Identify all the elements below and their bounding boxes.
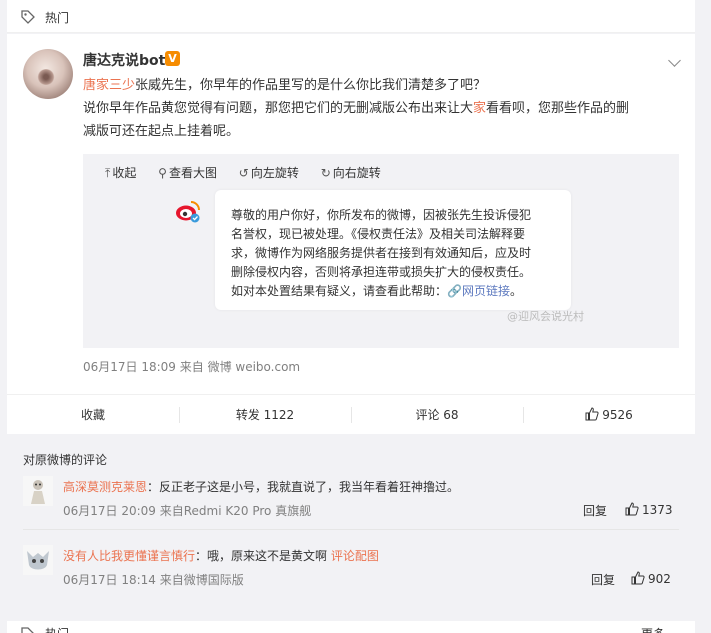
media-viewer: ⤒ 收起 ⚲ 查看大图 ↺ 向左旋转 ↻ 向右旋转 尊敬的用户你好，你所发布的微博，因被…: [83, 154, 679, 348]
mention-link[interactable]: 唐家三少: [83, 78, 135, 93]
thumbs-up-icon: [585, 407, 599, 421]
notice-text: 尊敬的用户你好，你所发布的微博，因被张先生投诉侵犯 名誉权，现已被处理。《侵权责…: [231, 208, 532, 298]
topic-link[interactable]: 家: [473, 101, 486, 116]
post-text-body: 说你早年作品黄您觉得有问题，那您把它们的无删减版公布出来让大家看看呗，您那些作品…: [83, 97, 683, 143]
comments-section: 对原微博的评论 高深莫测克莱恩：反正老子这是小号，我就直说了，我当年看着狂神撸过…: [7, 434, 695, 633]
hot-section-header: 热门: [7, 0, 695, 33]
comment-meta: 06月17日 18:14 来自微博国际版: [63, 573, 244, 587]
rotate-left-icon: ↺: [238, 166, 249, 180]
image-watermark: @迎风会说光村: [507, 310, 584, 323]
comment-text: 没有人比我更懂谨言慎行：哦，原来这不是黄文啊 评论配图: [63, 549, 379, 563]
favorite-button[interactable]: 收藏: [7, 395, 179, 435]
comment-text: 高深莫测克莱恩：反正老子这是小号，我就直说了，我当年看着狂神撸过。: [63, 480, 460, 494]
comment-like-button[interactable]: 1373: [625, 502, 673, 517]
comment-button[interactable]: 评论 68: [351, 395, 523, 435]
post-source: 来自 微博 weibo.com: [179, 360, 301, 374]
comment-like-button[interactable]: 902: [631, 571, 671, 586]
post-text-segment: 说你早年作品黄您觉得有问题，那您把它们的无删减版公布出来让大: [83, 101, 474, 116]
thumbs-up-icon: [625, 502, 639, 516]
tag-icon: [21, 10, 35, 24]
post-text-line1: 唐家三少张威先生，你早年的作品里写的是什么你比我们清楚多了吧？: [83, 74, 683, 97]
section-title: 热门: [45, 11, 70, 25]
next-section-header: 热门 更多: [7, 621, 695, 633]
thumbs-up-icon: [631, 571, 645, 585]
verified-badge-icon: V: [165, 51, 180, 66]
commenter-avatar[interactable]: [23, 476, 53, 506]
weibo-logo-icon: [176, 201, 200, 223]
more-link[interactable]: 更多: [641, 625, 665, 633]
post-text-segment: 减版可还在起点上挂着呢。: [83, 124, 240, 139]
post-text-segment: 看看呗，您那些作品的删: [486, 101, 630, 116]
collapse-button[interactable]: ⤒ 收起: [105, 166, 136, 180]
author-avatar[interactable]: [23, 49, 73, 99]
web-link[interactable]: 网页链接: [462, 284, 510, 298]
view-large-button[interactable]: ⚲ 查看大图: [158, 166, 217, 180]
comment-divider: [23, 529, 679, 530]
commenter-avatar[interactable]: [23, 545, 53, 575]
comment-image-link[interactable]: 评论配图: [331, 549, 379, 563]
reply-button[interactable]: 回复: [583, 502, 607, 519]
comment-meta: 06月17日 20:09 来自Redmi K20 Pro 真旗舰: [63, 504, 312, 518]
weibo-post: 唐达克说bot V 唐家三少张威先生，你早年的作品里写的是什么你比我们清楚多了吧…: [7, 34, 695, 394]
post-text-segment: 张威先生，你早年的作品里写的是什么你比我们清楚多了吧？: [135, 78, 487, 93]
post-meta: 06月17日 18:09 来自 微博 weibo.com: [83, 358, 300, 375]
link-icon: 🔗: [447, 284, 462, 298]
takedown-notice: 尊敬的用户你好，你所发布的微博，因被张先生投诉侵犯 名誉权，现已被处理。《侵权责…: [215, 190, 571, 310]
rotate-right-button[interactable]: ↻ 向右旋转: [321, 166, 381, 180]
post-timestamp[interactable]: 06月17日 18:09: [83, 360, 176, 374]
like-button[interactable]: 9526: [523, 395, 695, 435]
commenter-name[interactable]: 没有人比我更懂谨言慎行: [63, 549, 195, 563]
section-title: 热门: [45, 625, 69, 633]
commenter-name[interactable]: 高深莫测克莱恩: [63, 480, 147, 494]
chevron-down-icon[interactable]: [668, 54, 681, 67]
tag-icon: [21, 627, 34, 633]
media-toolbar: ⤒ 收起 ⚲ 查看大图 ↺ 向左旋转 ↻ 向右旋转: [105, 164, 399, 181]
rotate-left-button[interactable]: ↺ 向左旋转: [239, 166, 299, 180]
rotate-right-icon: ↻: [320, 166, 331, 180]
search-icon: ⚲: [158, 166, 167, 180]
reply-button[interactable]: 回复: [591, 571, 615, 588]
repost-button[interactable]: 转发 1122: [179, 395, 351, 435]
comments-title: 对原微博的评论: [23, 453, 108, 467]
author-name[interactable]: 唐达克说bot: [83, 50, 165, 70]
arrow-up-icon: ⤒: [105, 166, 111, 180]
post-action-bar: 收藏 转发 1122 评论 68 9526: [7, 394, 695, 434]
